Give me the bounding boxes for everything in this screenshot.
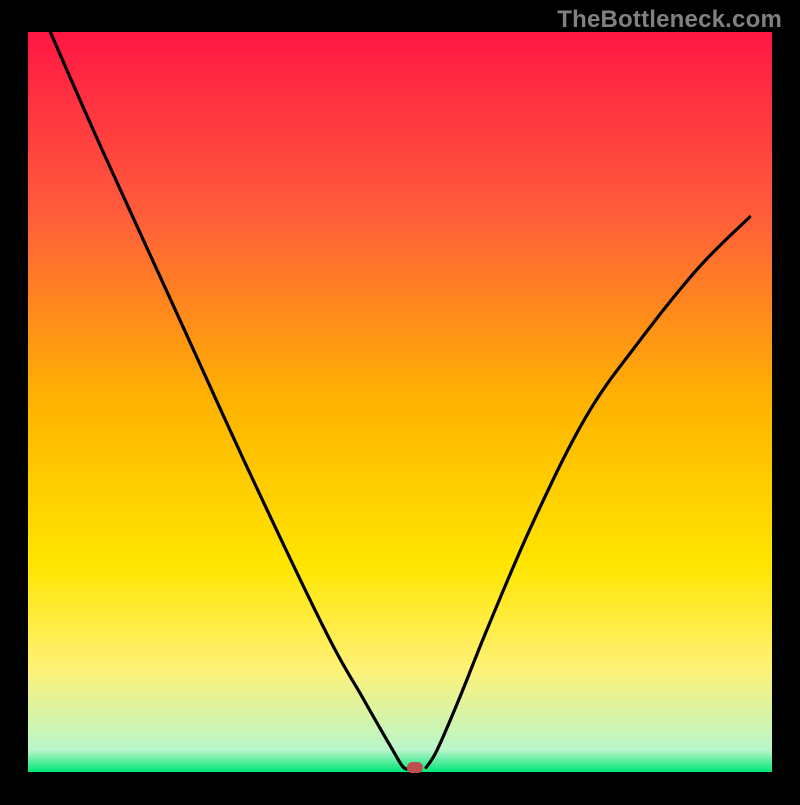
watermark-text: TheBottleneck.com [557,6,782,34]
optimal-marker [407,762,423,773]
bottleneck-chart [0,0,800,800]
chart-frame: TheBottleneck.com [0,0,800,800]
plot-background [28,32,772,772]
